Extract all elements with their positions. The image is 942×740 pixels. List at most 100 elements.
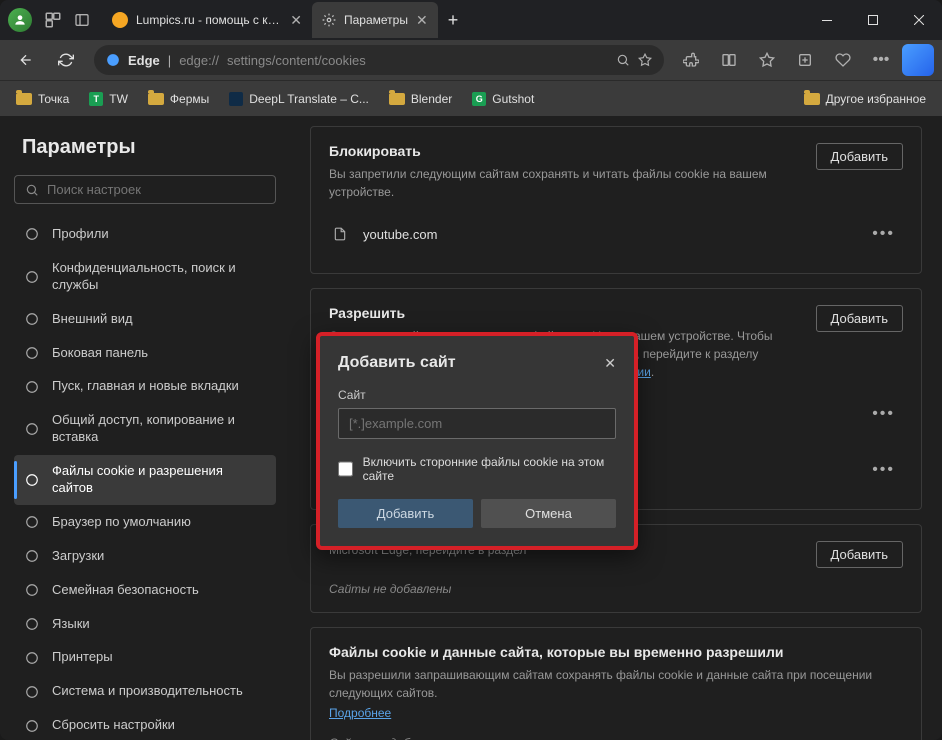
nav-label: Конфиденциальность, поиск и службы	[52, 260, 266, 294]
back-button[interactable]	[8, 44, 44, 76]
zoom-icon[interactable]	[616, 53, 630, 67]
block-section: Блокировать Вы запретили следующим сайта…	[310, 126, 922, 274]
bookmark-item[interactable]: TTW	[81, 88, 136, 110]
nav-label: Пуск, главная и новые вкладки	[52, 378, 266, 395]
gear-icon	[322, 13, 336, 27]
bookmark-item[interactable]: Blender	[381, 88, 460, 110]
empty-message: Сайты не добавлены	[329, 582, 903, 596]
favicon-icon	[112, 12, 128, 28]
maximize-button[interactable]	[850, 0, 896, 40]
minimize-button[interactable]	[804, 0, 850, 40]
nav-item[interactable]: Принтеры	[14, 641, 276, 674]
site-input[interactable]	[338, 408, 616, 439]
add-button[interactable]: Добавить	[816, 541, 903, 568]
nav-item[interactable]: Пуск, главная и новые вкладки	[14, 370, 276, 403]
close-icon[interactable]: ✕	[416, 12, 428, 29]
bookmark-label: DeepL Translate – C...	[249, 92, 369, 106]
nav-label: Профили	[52, 226, 266, 243]
nav-icon	[24, 312, 40, 326]
nav-item[interactable]: Семейная безопасность	[14, 574, 276, 607]
folder-icon	[389, 93, 405, 105]
close-icon[interactable]: ✕	[604, 355, 616, 372]
nav-icon	[24, 346, 40, 360]
nav-item[interactable]: Файлы cookie и разрешения сайтов	[14, 455, 276, 505]
nav-item[interactable]: Боковая панель	[14, 337, 276, 370]
tab-settings[interactable]: Параметры ✕	[312, 2, 438, 38]
nav-item[interactable]: Конфиденциальность, поиск и службы	[14, 252, 276, 302]
checkbox-label: Включить сторонние файлы cookie на этом …	[363, 455, 616, 483]
nav-item[interactable]: Система и производительность	[14, 675, 276, 708]
nav-icon	[24, 719, 40, 733]
nav-icon	[24, 227, 40, 241]
url-protocol: edge://	[179, 53, 219, 68]
bookmark-item[interactable]: GGutshot	[464, 88, 542, 110]
empty-message: Сайты не добавлены	[329, 736, 903, 740]
bookmark-label: Gutshot	[492, 92, 534, 106]
nav-item[interactable]: Внешний вид	[14, 303, 276, 336]
third-party-checkbox[interactable]	[338, 461, 353, 477]
bookmark-item[interactable]: DeepL Translate – C...	[221, 88, 377, 110]
add-button[interactable]: Добавить	[338, 499, 473, 528]
bookmark-item[interactable]: Точка	[8, 88, 77, 110]
search-input[interactable]	[14, 175, 276, 204]
favorite-icon[interactable]	[638, 53, 652, 67]
section-description: Вы разрешили запрашивающим сайтам сохран…	[329, 666, 903, 702]
close-window-button[interactable]	[896, 0, 942, 40]
collections-button[interactable]	[788, 44, 822, 76]
section-title: Блокировать	[329, 143, 796, 159]
edge-icon	[106, 53, 120, 67]
nav-icon	[24, 473, 40, 487]
bookmark-icon	[229, 92, 243, 106]
favorites-button[interactable]	[750, 44, 784, 76]
tab-lumpics[interactable]: Lumpics.ru - помощь с компьюте ✕	[102, 2, 312, 38]
extensions-button[interactable]	[674, 44, 708, 76]
file-icon	[333, 226, 351, 242]
cancel-button[interactable]: Отмена	[481, 499, 616, 528]
folder-icon	[148, 93, 164, 105]
tab-label: Lumpics.ru - помощь с компьюте	[136, 13, 282, 27]
nav-item[interactable]: Профили	[14, 218, 276, 251]
nav-item[interactable]: Общий доступ, копирование и вставка	[14, 404, 276, 454]
learn-more-link[interactable]: Подробнее	[329, 706, 391, 720]
dialog-title: Добавить сайт	[338, 354, 456, 372]
nav-label: Загрузки	[52, 548, 266, 565]
nav-item[interactable]: Загрузки	[14, 540, 276, 573]
temp-allowed-section: Файлы cookie и данные сайта, которые вы …	[310, 627, 922, 740]
address-field[interactable]: Edge | edge://settings/content/cookies	[94, 45, 664, 75]
split-screen-button[interactable]	[712, 44, 746, 76]
more-icon[interactable]: •••	[868, 221, 899, 247]
close-icon[interactable]: ✕	[290, 12, 302, 29]
site-label: Сайт	[338, 388, 616, 402]
other-bookmarks[interactable]: Другое избранное	[796, 88, 934, 110]
nav-item[interactable]: Браузер по умолчанию	[14, 506, 276, 539]
search-field[interactable]	[47, 182, 265, 197]
nav-icon	[24, 583, 40, 597]
nav-label: Принтеры	[52, 649, 266, 666]
more-icon[interactable]: •••	[868, 457, 899, 483]
browser-label: Edge	[128, 53, 160, 68]
bookmark-label: TW	[109, 92, 128, 106]
workspaces-icon[interactable]	[44, 11, 62, 29]
nav-label: Общий доступ, копирование и вставка	[52, 412, 266, 446]
browser-essentials-button[interactable]	[826, 44, 860, 76]
add-button[interactable]: Добавить	[816, 143, 903, 170]
nav-icon	[24, 515, 40, 529]
bookmark-label: Фермы	[170, 92, 209, 106]
more-button[interactable]: •••	[864, 44, 898, 76]
settings-sidebar: Параметры ПрофилиКонфиденциальность, пои…	[0, 116, 290, 740]
titlebar: Lumpics.ru - помощь с компьюте ✕ Парамет…	[0, 0, 942, 40]
profile-avatar[interactable]	[8, 8, 32, 32]
nav-icon	[24, 549, 40, 563]
vertical-tabs-icon[interactable]	[74, 12, 90, 28]
add-button[interactable]: Добавить	[816, 305, 903, 332]
bookmark-item[interactable]: Фермы	[140, 88, 217, 110]
tab-label: Параметры	[344, 13, 408, 27]
refresh-button[interactable]	[48, 44, 84, 76]
nav-item[interactable]: Языки	[14, 608, 276, 641]
nav-icon	[24, 422, 40, 436]
new-tab-button[interactable]: +	[438, 6, 469, 35]
copilot-button[interactable]	[902, 44, 934, 76]
nav-item[interactable]: Сбросить настройки	[14, 709, 276, 740]
nav-icon	[24, 651, 40, 665]
more-icon[interactable]: •••	[868, 401, 899, 427]
